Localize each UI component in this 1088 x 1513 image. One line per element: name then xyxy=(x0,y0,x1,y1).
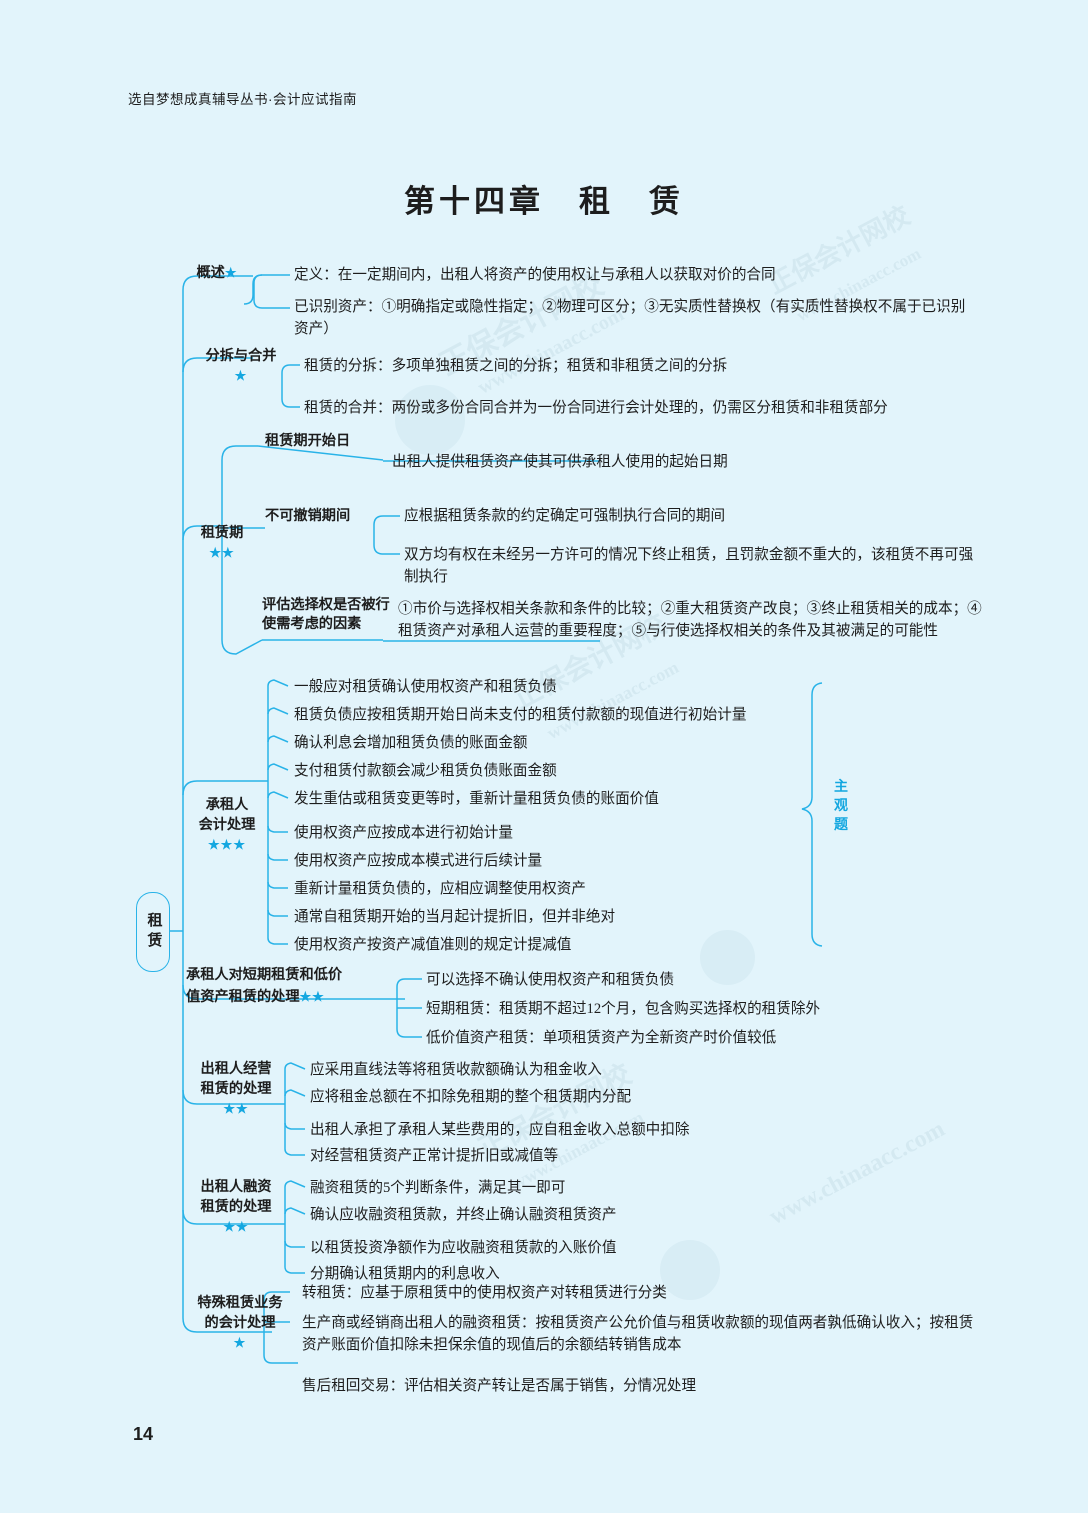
leaf-rongzi-1: 确认应收融资租赁款，并终止确认融资租赁资产 xyxy=(310,1207,617,1223)
leaf-gaishu-1: 已识别资产：①明确指定或隐性指定；②物理可区分；③无实质性替换权（有实质性替换权… xyxy=(294,299,966,337)
leaf-fenchai-1: 租赁的合并：两份或多份合同合并为一份合同进行会计处理的，仍需区分租赁和非租赁部分 xyxy=(304,400,888,416)
leaf-chengzuren-8: 通常自租赁期开始的当月起计提折旧，但并非绝对 xyxy=(294,909,616,925)
sublabel-zulinqi-option-factors[interactable]: 评估选择权是否被行使需考虑的因素 xyxy=(262,596,390,634)
leaf-chengzuren-6: 使用权资产应按成本模式进行后续计量 xyxy=(294,853,543,869)
star-rating: ★★★ xyxy=(208,837,246,852)
leaf-teshu-1: 生产商或经销商出租人的融资租赁：按租赁资产公允价值与租赁收款额的现值两者孰低确认… xyxy=(302,1315,974,1353)
mindmap-root-label: 租赁 xyxy=(145,912,162,952)
star-rating: ★ xyxy=(234,368,248,383)
subjective-char-3: 题 xyxy=(834,818,848,833)
leaf-jingying-2: 出租人承担了承租人某些费用的，应自租金收入总额中扣除 xyxy=(310,1122,690,1138)
branch-label-teshu[interactable]: 特殊租赁业务 的会计处理 ★ xyxy=(180,1293,300,1353)
leaf-jingying-0: 应采用直线法等将租赁收款额确认为租金收入 xyxy=(310,1062,602,1078)
leaf-chengzuren-0: 一般应对租赁确认使用权资产和租赁负债 xyxy=(294,679,557,695)
branch-label-jingying[interactable]: 出租人经营 租赁的处理 ★★ xyxy=(186,1059,286,1119)
leaf-zulinqi-noncancel-1: 双方均有权在未经另一方许可的情况下终止租赁，且罚款金额不重大的，该租赁不再可强制… xyxy=(404,547,974,585)
leaf-chengzuren-7: 重新计量租赁负债的，应相应调整使用权资产 xyxy=(294,881,586,897)
leaf-chengzuren-4: 发生重估或租赁变更等时，重新计量租赁负债的账面价值 xyxy=(294,791,659,807)
leaf-zulinqi-start-0: 出租人提供租赁资产使其可供承租人使用的起始日期 xyxy=(392,454,728,470)
leaf-chengzuren-1: 租赁负债应按租赁期开始日尚未支付的租赁付款额的现值进行初始计量 xyxy=(294,707,747,723)
sublabel-zulinqi-start-date[interactable]: 租赁期开始日 xyxy=(265,431,385,451)
leaf-zulinqi-noncancel-0: 应根据租赁条款的约定确定可强制执行合同的期间 xyxy=(404,508,726,524)
star-rating: ★ xyxy=(233,1335,247,1350)
leaf-chengzuren-2: 确认利息会增加租赁负债的账面金额 xyxy=(294,735,528,751)
branch-label-gaishu[interactable]: 概述★ xyxy=(186,263,248,283)
sublabel-zulinqi-noncancellable[interactable]: 不可撤销期间 xyxy=(265,506,385,526)
leaf-duanqi-1: 短期租赁：租赁期不超过12个月，包含购买选择权的租赁除外 xyxy=(426,1001,821,1017)
branch-label-duanqi[interactable]: 承租人对短期租赁和低价 值资产租赁的处理★★ xyxy=(186,965,386,1008)
leaf-rongzi-0: 融资租赁的5个判断条件，满足其一即可 xyxy=(310,1180,566,1196)
star-rating: ★★ xyxy=(299,989,325,1004)
branch-label-chengzuren[interactable]: 承租人 会计处理 ★★★ xyxy=(184,775,270,855)
leaf-chengzuren-9: 使用权资产按资产减值准则的规定计提减值 xyxy=(294,937,572,953)
leaf-jingying-1: 应将租金总额在不扣除免租期的整个租赁期内分配 xyxy=(310,1089,632,1105)
subjective-char-1: 主 xyxy=(834,780,848,795)
subjective-question-marker: 主 观 题 xyxy=(833,778,849,835)
mindmap-root-node[interactable]: 租赁 xyxy=(136,892,170,972)
star-rating: ★★ xyxy=(223,1101,249,1116)
leaf-chengzuren-5: 使用权资产应按成本进行初始计量 xyxy=(294,825,513,841)
star-rating: ★★ xyxy=(223,1219,249,1234)
leaf-rongzi-2: 以租赁投资净额作为应收融资租赁款的入账价值 xyxy=(310,1240,617,1256)
leaf-duanqi-2: 低价值资产租赁：单项租赁资产为全新资产时价值较低 xyxy=(426,1030,777,1046)
mind-map: 租赁 主 观 题 概述★ 定义：在一定期间内，出租人将资产的使用权让与承租人以获… xyxy=(0,0,1088,1513)
leaf-gaishu-0: 定义：在一定期间内，出租人将资产的使用权让与承租人以获取对价的合同 xyxy=(294,267,776,283)
star-rating: ★ xyxy=(224,265,238,280)
subjective-char-2: 观 xyxy=(834,799,848,814)
leaf-zulinqi-option-0: ①市价与选择权相关条款和条件的比较；②重大租赁资产改良；③终止租赁相关的成本；④… xyxy=(398,601,982,639)
leaf-chengzuren-3: 支付租赁付款额会减少租赁负债账面金额 xyxy=(294,763,557,779)
leaf-duanqi-0: 可以选择不确认使用权资产和租赁负债 xyxy=(426,972,675,988)
leaf-fenchai-0: 租赁的分拆：多项单独租赁之间的分拆；租赁和非租赁之间的分拆 xyxy=(304,358,728,374)
leaf-jingying-3: 对经营租赁资产正常计提折旧或减值等 xyxy=(310,1148,559,1164)
branch-label-rongzi[interactable]: 出租人融资 租赁的处理 ★★ xyxy=(186,1177,286,1237)
branch-label-zulinqi[interactable]: 租赁期 ★★ xyxy=(186,523,258,563)
leaf-teshu-0: 转租赁：应基于原租赁中的使用权资产对转租赁进行分类 xyxy=(302,1285,667,1301)
leaf-teshu-2: 售后租回交易：评估相关资产转让是否属于销售，分情况处理 xyxy=(302,1378,697,1394)
star-rating: ★★ xyxy=(209,545,235,560)
branch-label-fenchai[interactable]: 分拆与合并 ★ xyxy=(186,346,296,386)
